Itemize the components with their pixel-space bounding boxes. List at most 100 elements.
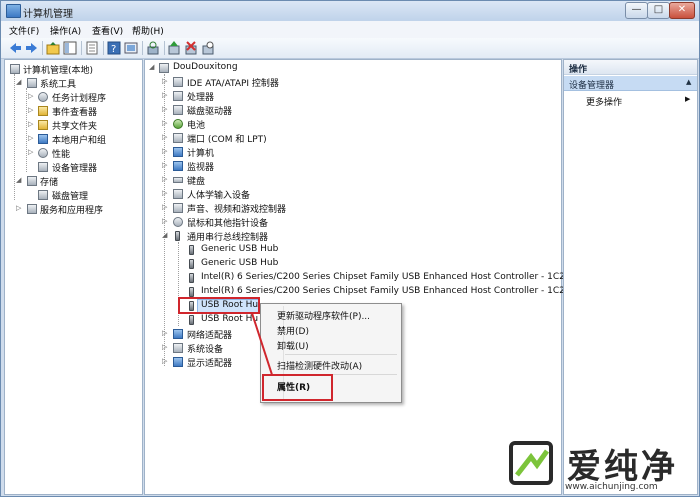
- help-icon[interactable]: ?: [107, 41, 121, 55]
- update-driver-icon[interactable]: [167, 41, 181, 55]
- disable-device-icon[interactable]: [201, 41, 215, 55]
- device-category[interactable]: ▷ 监视器: [145, 159, 559, 173]
- submenu-arrow-icon: ▶: [685, 95, 691, 103]
- expand-icon[interactable]: ▷: [162, 78, 169, 85]
- expand-icon[interactable]: ▷: [162, 218, 169, 225]
- tree-item-device-manager[interactable]: 设备管理器: [5, 160, 140, 174]
- tree-root[interactable]: 计算机管理(本地): [5, 62, 140, 76]
- network-adapter-icon: [173, 329, 183, 339]
- expand-icon[interactable]: ▷: [28, 149, 35, 156]
- device-category[interactable]: ▷ IDE ATA/ATAPI 控制器: [145, 75, 559, 89]
- expand-icon[interactable]: ▷: [28, 93, 35, 100]
- scan-hardware-icon[interactable]: [146, 41, 160, 55]
- menu-bar: 文件(F) 操作(A) 查看(V) 帮助(H): [1, 21, 699, 39]
- up-folder-icon[interactable]: [46, 41, 60, 55]
- expand-icon[interactable]: ▷: [28, 135, 35, 142]
- menu-file[interactable]: 文件(F): [9, 24, 39, 37]
- collapse-icon[interactable]: ◢: [16, 79, 23, 86]
- toolbar-separator: [81, 41, 82, 55]
- collapse-icon[interactable]: ◢: [162, 232, 169, 239]
- expand-icon[interactable]: ▷: [162, 190, 169, 197]
- show-hide-tree-icon[interactable]: [63, 41, 77, 55]
- usb-device[interactable]: Generic USB Hub: [145, 257, 559, 271]
- expand-icon[interactable]: ▷: [162, 176, 169, 183]
- expand-icon[interactable]: ▷: [162, 106, 169, 113]
- computer-icon: [159, 63, 169, 73]
- forward-icon[interactable]: [25, 41, 39, 55]
- tree-item-local-users[interactable]: ▷ 本地用户和组: [5, 132, 140, 146]
- expand-icon[interactable]: ▷: [28, 121, 35, 128]
- tree-item-disk-management[interactable]: 磁盘管理: [5, 188, 140, 202]
- tree-item-task-scheduler[interactable]: ▷ 任务计划程序: [5, 90, 140, 104]
- event-log-icon: [38, 106, 48, 116]
- device-tree-root[interactable]: ◢ DouDouxitong: [145, 61, 559, 75]
- tree-item-system-tools[interactable]: ◢ 系统工具: [5, 76, 140, 90]
- device-category[interactable]: ▷ 计算机: [145, 145, 559, 159]
- device-category[interactable]: ▷ 处理器: [145, 89, 559, 103]
- maximize-button[interactable]: □: [647, 2, 670, 19]
- expand-icon[interactable]: ▷: [162, 148, 169, 155]
- collapse-arrow-icon[interactable]: ▲: [686, 78, 691, 86]
- properties-icon[interactable]: [85, 41, 99, 55]
- expand-icon[interactable]: ▷: [16, 205, 23, 212]
- back-icon[interactable]: [8, 41, 22, 55]
- collapse-icon[interactable]: ◢: [16, 177, 23, 184]
- menu-help[interactable]: 帮助(H): [132, 24, 164, 37]
- device-category[interactable]: ▷ 键盘: [145, 173, 559, 188]
- device-category[interactable]: ▷ 鼠标和其他指针设备: [145, 215, 559, 229]
- view-icon[interactable]: [124, 41, 138, 55]
- device-category[interactable]: ▷ 磁盘驱动器: [145, 103, 559, 117]
- tree-item-label: 磁盘管理: [52, 192, 89, 202]
- device-category-usb[interactable]: ◢ 通用串行总线控制器: [145, 229, 559, 243]
- menu-item-scan-hardware[interactable]: 扫描检测硬件改动(A): [277, 359, 362, 372]
- device-category-label: 键盘: [187, 177, 206, 187]
- expand-icon[interactable]: ▷: [162, 344, 169, 351]
- expand-icon[interactable]: ▷: [162, 358, 169, 365]
- device-category[interactable]: ▷ 端口 (COM 和 LPT): [145, 131, 559, 145]
- collapse-icon[interactable]: ◢: [149, 64, 156, 71]
- device-tree-pane: ◢ DouDouxitong ▷ IDE ATA/ATAPI 控制器 ▷ 处理器…: [144, 59, 572, 495]
- tree-item-storage[interactable]: ◢ 存储: [5, 174, 140, 188]
- expand-icon[interactable]: ▷: [162, 134, 169, 141]
- context-menu-separator: [285, 354, 397, 355]
- tree-item-label: 本地用户和组: [52, 136, 107, 146]
- device-manager-icon: [38, 162, 48, 172]
- usb-device[interactable]: Generic USB Hub: [145, 243, 559, 257]
- device-category-label: 磁盘驱动器: [187, 107, 233, 117]
- device-category[interactable]: ▷ 声音、视频和游戏控制器: [145, 201, 559, 215]
- actions-section-device-manager[interactable]: 设备管理器 ▲: [564, 76, 697, 91]
- expand-icon[interactable]: ▷: [162, 92, 169, 99]
- menu-item-update-driver[interactable]: 更新驱动程序软件(P)...: [277, 309, 370, 322]
- storage-icon: [27, 176, 37, 186]
- uninstall-icon[interactable]: [184, 41, 198, 55]
- tree-item-shared-folders[interactable]: ▷ 共享文件夹: [5, 118, 140, 132]
- brand-name: 爱纯净: [567, 447, 678, 487]
- usb-device-label: Generic USB Hub: [201, 244, 279, 254]
- expand-icon[interactable]: ▷: [162, 162, 169, 169]
- tree-item-event-viewer[interactable]: ▷ 事件查看器: [5, 104, 140, 118]
- tree-item-label: 存储: [40, 178, 59, 188]
- tree-item-performance[interactable]: ▷ 性能: [5, 146, 140, 160]
- highlight-box-usb-root-hub: [178, 297, 260, 314]
- actions-section-label: 设备管理器: [569, 81, 615, 91]
- toolbar-separator: [42, 41, 43, 55]
- clock-icon: [38, 92, 48, 102]
- expand-icon[interactable]: ▷: [162, 204, 169, 211]
- menu-view[interactable]: 查看(V): [92, 24, 123, 37]
- minimize-button[interactable]: —: [625, 2, 648, 19]
- device-category[interactable]: ▷ 人体学输入设备: [145, 187, 559, 201]
- expand-icon[interactable]: ▷: [162, 120, 169, 127]
- close-button[interactable]: ✕: [669, 2, 695, 19]
- tree-item-label: 共享文件夹: [52, 122, 98, 132]
- highlight-box-properties: [262, 374, 333, 401]
- menu-action[interactable]: 操作(A): [50, 24, 81, 37]
- usb-device[interactable]: Intel(R) 6 Series/C200 Series Chipset Fa…: [145, 271, 571, 285]
- expand-icon[interactable]: ▷: [162, 330, 169, 337]
- navigation-tree-pane: 计算机管理(本地) ◢ 系统工具 ▷ 任务计划程序 ▷ 事件查看器 ▷ 共享文件…: [4, 59, 143, 495]
- more-actions-item[interactable]: 更多操作 ▶: [564, 93, 697, 108]
- tree-item-services-apps[interactable]: ▷ 服务和应用程序: [5, 202, 140, 216]
- menu-item-disable[interactable]: 禁用(D): [277, 324, 309, 337]
- expand-icon[interactable]: ▷: [28, 107, 35, 114]
- device-category[interactable]: ▷ 电池: [145, 117, 559, 131]
- menu-item-uninstall[interactable]: 卸载(U): [277, 339, 309, 352]
